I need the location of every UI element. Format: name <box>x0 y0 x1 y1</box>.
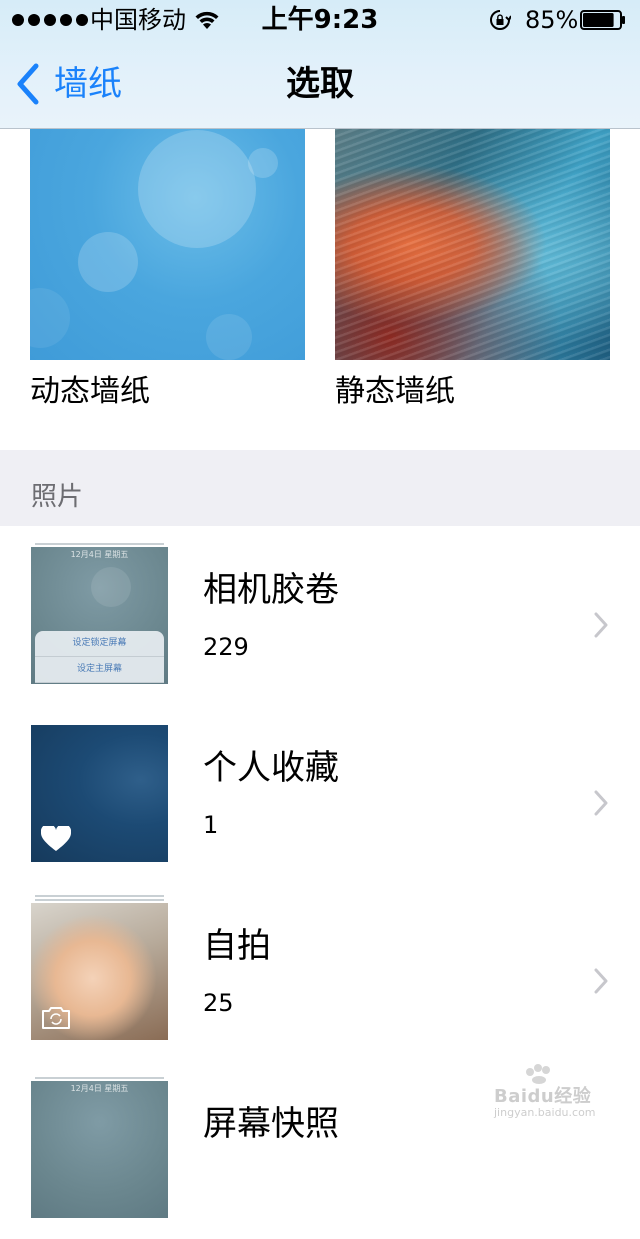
thumbnail-stack-edge <box>35 543 164 545</box>
album-name: 屏幕快照 <box>203 1104 339 1144</box>
page-title: 选取 <box>286 64 354 104</box>
watermark-url: jingyan.baidu.com <box>494 1106 596 1119</box>
bokeh-circle <box>78 232 138 292</box>
photos-section-header <box>0 450 640 526</box>
album-count: 1 <box>203 811 219 839</box>
camera-roll-thumbnail: 12月4日 星期五 设定锁定屏幕 设定主屏幕 <box>31 547 168 684</box>
thumbnail-action-sheet: 设定锁定屏幕 设定主屏幕 <box>35 631 164 683</box>
thumbnail-date-text: 12月4日 星期五 <box>70 1084 129 1093</box>
dynamic-wallpaper-tile[interactable] <box>30 128 305 360</box>
battery-icon <box>580 10 625 30</box>
rotation-lock-icon <box>490 10 511 30</box>
album-row-camera-roll[interactable]: 12月4日 星期五 设定锁定屏幕 设定主屏幕 相机胶卷 229 <box>0 527 640 705</box>
bokeh-circle <box>30 288 70 348</box>
album-count: 25 <box>203 989 234 1017</box>
bokeh-circle <box>91 567 131 607</box>
thumbnail-date-text: 12月4日 星期五 <box>70 550 129 559</box>
status-bar: 中国移动 上午9:23 85% <box>0 0 640 40</box>
thumbnail-menu-item: 设定锁定屏幕 <box>35 631 164 657</box>
bokeh-circle <box>138 130 256 248</box>
static-wallpaper-label: 静态墙纸 <box>335 374 455 409</box>
thumbnail-stack-edge <box>35 1077 164 1079</box>
album-row-favorites[interactable]: 个人收藏 1 <box>0 705 640 883</box>
album-thumbnail <box>31 895 168 1040</box>
selfies-thumbnail <box>31 903 168 1040</box>
navigation-header: 中国移动 上午9:23 85% 墙纸 选取 <box>0 0 640 129</box>
screenshots-thumbnail: 12月4日 星期五 <box>31 1081 168 1218</box>
bokeh-circle <box>248 148 278 178</box>
photos-section-title: 照片 <box>31 482 84 512</box>
dynamic-wallpaper-label: 动态墙纸 <box>30 374 150 409</box>
paw-icon <box>526 1064 550 1084</box>
wallpaper-texture <box>335 128 610 360</box>
album-thumbnail: 12月4日 星期五 <box>31 1077 168 1218</box>
chevron-right-icon <box>594 968 608 994</box>
battery-percent: 85% <box>525 6 579 34</box>
thumbnail-stack-edge <box>35 899 164 901</box>
album-count: 229 <box>203 633 249 661</box>
heart-icon <box>41 826 71 851</box>
watermark-brand: Baidu经验 <box>494 1086 592 1107</box>
favorites-thumbnail <box>31 725 168 862</box>
camera-rotate-icon <box>42 1007 70 1029</box>
album-row-selfies[interactable]: 自拍 25 <box>0 883 640 1061</box>
album-name: 相机胶卷 <box>203 570 339 610</box>
baidu-watermark: Baidu经验 jingyan.baidu.com <box>484 1064 614 1124</box>
album-thumbnail: 12月4日 星期五 设定锁定屏幕 设定主屏幕 <box>31 543 168 684</box>
album-name: 自拍 <box>203 926 271 966</box>
bokeh-circle <box>206 314 252 360</box>
thumbnail-menu-item: 设定主屏幕 <box>35 657 164 683</box>
thumbnail-stack-edge <box>35 895 164 897</box>
chevron-right-icon <box>594 790 608 816</box>
static-wallpaper-tile[interactable] <box>335 128 610 360</box>
album-thumbnail <box>31 721 168 862</box>
album-name: 个人收藏 <box>203 748 339 788</box>
chevron-right-icon <box>594 612 608 638</box>
